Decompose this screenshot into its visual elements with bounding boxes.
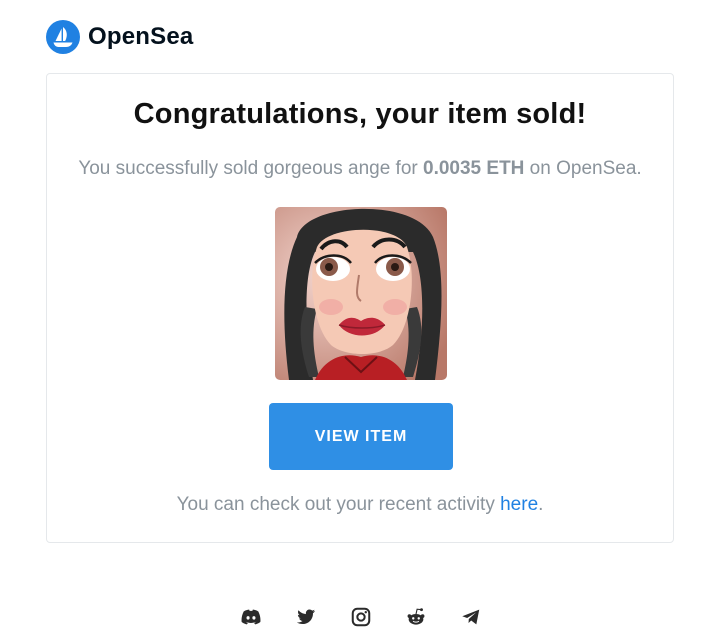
sale-description-prefix: You successfully sold gorgeous ange for (78, 158, 423, 179)
opensea-logo-icon[interactable] (46, 20, 80, 54)
sale-price: 0.0035 ETH (423, 158, 525, 179)
activity-here-link[interactable]: here (500, 494, 538, 515)
card-title: Congratulations, your item sold! (133, 98, 587, 130)
instagram-link[interactable] (348, 604, 373, 629)
sale-description-suffix: on OpenSea. (524, 158, 642, 179)
reddit-link[interactable] (403, 604, 428, 629)
activity-message: You can check out your recent activity h… (47, 494, 673, 516)
activity-message-suffix: . (538, 494, 544, 515)
brand-name[interactable]: OpenSea (88, 23, 193, 51)
telegram-link[interactable] (458, 604, 483, 629)
nft-item-image[interactable] (275, 207, 447, 380)
twitter-icon (296, 609, 315, 624)
header: OpenSea (46, 20, 193, 54)
view-item-button[interactable]: VIEW ITEM (269, 403, 453, 470)
instagram-icon (351, 607, 370, 626)
sale-notification-card: Congratulations, your item sold! You suc… (46, 73, 674, 543)
sale-description: You successfully sold gorgeous ange for … (47, 158, 673, 180)
discord-icon (241, 609, 260, 624)
activity-message-prefix: You can check out your recent activity (176, 494, 501, 515)
reddit-icon (407, 607, 424, 625)
telegram-icon (461, 609, 479, 624)
social-links (238, 604, 513, 629)
twitter-link[interactable] (293, 604, 318, 629)
discord-link[interactable] (238, 604, 263, 629)
